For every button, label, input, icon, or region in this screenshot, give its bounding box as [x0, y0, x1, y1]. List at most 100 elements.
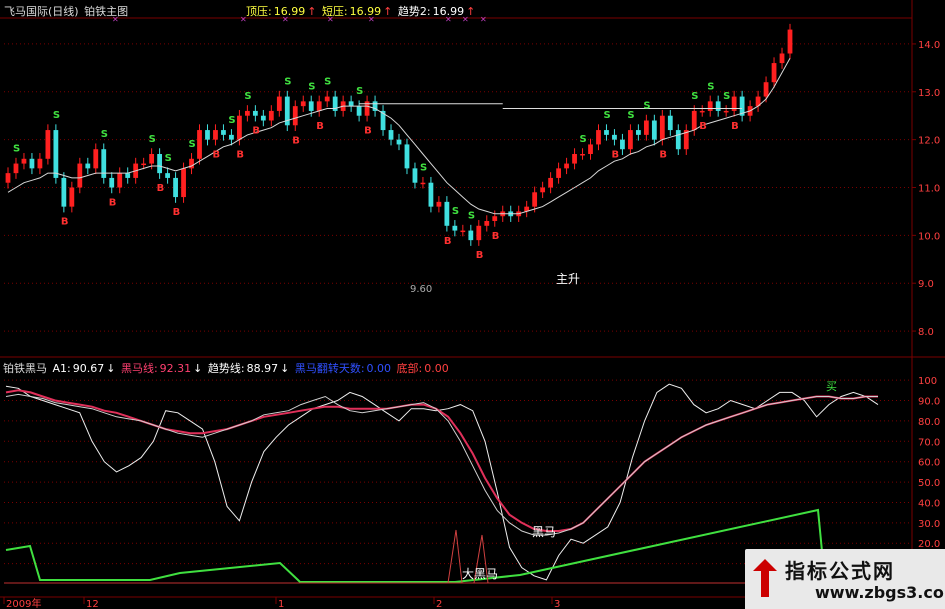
down-arrow-icon: ↓: [280, 362, 290, 375]
candle-body: [779, 53, 785, 64]
candle-body: [101, 149, 107, 178]
sell-signal-mark: S: [228, 115, 235, 126]
candle-body: [165, 173, 170, 178]
candle-body: [141, 163, 147, 166]
candle-body: [659, 115, 665, 140]
candle-body: [556, 168, 561, 178]
heima-value: 92.31: [159, 362, 192, 375]
sell-signal-mark: S: [165, 153, 172, 164]
sell-signal-mark: S: [284, 77, 291, 88]
candle-body: [691, 110, 697, 131]
candle-body: [388, 130, 394, 140]
stock-chart: 14.013.012.011.010.09.08.0SSS SSSSSS S SSSS…: [0, 0, 945, 609]
buy-signal-mark: B: [157, 183, 165, 194]
candle-body: [229, 134, 234, 140]
date-tick-label: 3: [554, 599, 560, 609]
up-arrow-icon: ↑: [383, 5, 393, 18]
candle-body: [109, 177, 115, 188]
buy-signal-mark: B: [476, 250, 484, 261]
candle-body: [5, 173, 11, 183]
candle-body: [651, 120, 657, 140]
candle-body: [763, 82, 769, 97]
candle-body: [548, 177, 554, 188]
candle-body: [715, 101, 721, 111]
buy-signal-mark: B: [252, 126, 260, 137]
buy-signal-mark: B: [659, 150, 667, 161]
candle-body: [181, 168, 186, 198]
indicator-tick-label: 80.0: [918, 417, 940, 428]
candle-body: [117, 173, 123, 188]
candle-body: [197, 130, 202, 159]
candle-body: [404, 144, 410, 169]
candle-body: [13, 163, 19, 174]
candle-body: [628, 130, 633, 150]
main-chart-header: 飞马国际(日线) 铂铁主图: [4, 3, 130, 19]
sell-signal-mark: S: [452, 206, 459, 217]
candle-body: [620, 139, 625, 150]
sell-signal-mark: S: [691, 91, 698, 102]
candle-body: [173, 177, 178, 198]
candle-body: [260, 115, 266, 121]
buy-signal-mark: B: [444, 236, 452, 247]
candle-body: [412, 168, 418, 183]
sell-signal-mark: S: [189, 139, 196, 150]
indicator-tick-label: 60.0: [918, 458, 940, 469]
candle-body: [572, 154, 577, 164]
daheima-annotation: 大黑马: [462, 567, 498, 581]
candle-body: [492, 216, 498, 221]
watermark-title: 指标公式网: [785, 559, 895, 583]
candle-body: [292, 106, 298, 126]
candle-body: [45, 130, 51, 159]
low-price-label: 9.60: [410, 284, 432, 295]
candle-body: [252, 110, 258, 116]
trend2-value: 16.99: [432, 5, 465, 18]
reversal-days-value: 0.00: [366, 362, 392, 375]
heima-label: 黑马线:: [120, 362, 158, 375]
short-resist-label: 短压:: [321, 5, 348, 18]
sell-signal-mark: S: [707, 81, 714, 92]
sell-signal-mark: S: [468, 211, 475, 222]
buy-signal-mark: B: [316, 121, 324, 132]
buy-signal-mark: B: [611, 150, 619, 161]
candle-body: [540, 187, 546, 193]
buy-signal-mark: B: [109, 198, 117, 209]
price-tick-label: 12.0: [918, 136, 940, 147]
candle-body: [532, 192, 538, 207]
sub-indicator-name: 铂铁黑马: [3, 362, 47, 375]
sell-signal-mark: S: [53, 110, 60, 121]
trend-value: 88.97: [246, 362, 279, 375]
bottom-label: 底部:: [396, 362, 423, 375]
sell-signal-mark: S: [723, 91, 730, 102]
buy-signal-mark: B: [236, 150, 244, 161]
sell-signal-mark: S: [580, 134, 587, 145]
candle-body: [444, 201, 450, 226]
sell-signal-mark: S: [149, 134, 156, 145]
signal-marker-icon: ✕: [480, 15, 487, 24]
price-tick-label: 9.0: [918, 279, 934, 290]
candle-body: [213, 130, 218, 140]
candle-body: [564, 163, 569, 169]
sell-signal-mark: S: [603, 110, 610, 121]
candle-body: [580, 154, 585, 156]
candle-body: [205, 130, 210, 140]
up-arrow-icon: ↑: [466, 5, 476, 18]
watermark-url: www.zbgs3.com: [815, 583, 945, 602]
date-tick-label: 2009年: [6, 597, 41, 609]
buy-signal-mark: B: [61, 217, 69, 228]
sell-signal-mark: S: [627, 110, 634, 121]
candle-body: [596, 130, 601, 145]
candle-body: [93, 149, 99, 169]
candle-body: [436, 201, 442, 207]
candle-body: [699, 110, 705, 113]
price-tick-label: 8.0: [918, 327, 934, 338]
candle-body: [771, 63, 777, 83]
a1-value: 90.67: [72, 362, 105, 375]
trend2-label: 趋势2:: [397, 5, 431, 18]
bottom-value: 0.00: [424, 362, 449, 375]
sell-signal-mark: S: [643, 101, 650, 112]
heima-annotation: 黑马: [532, 525, 556, 539]
candle-body: [476, 225, 482, 241]
candle-body: [787, 29, 793, 54]
indicator-tick-label: 40.0: [918, 498, 940, 509]
date-tick-label: 1: [278, 599, 284, 609]
